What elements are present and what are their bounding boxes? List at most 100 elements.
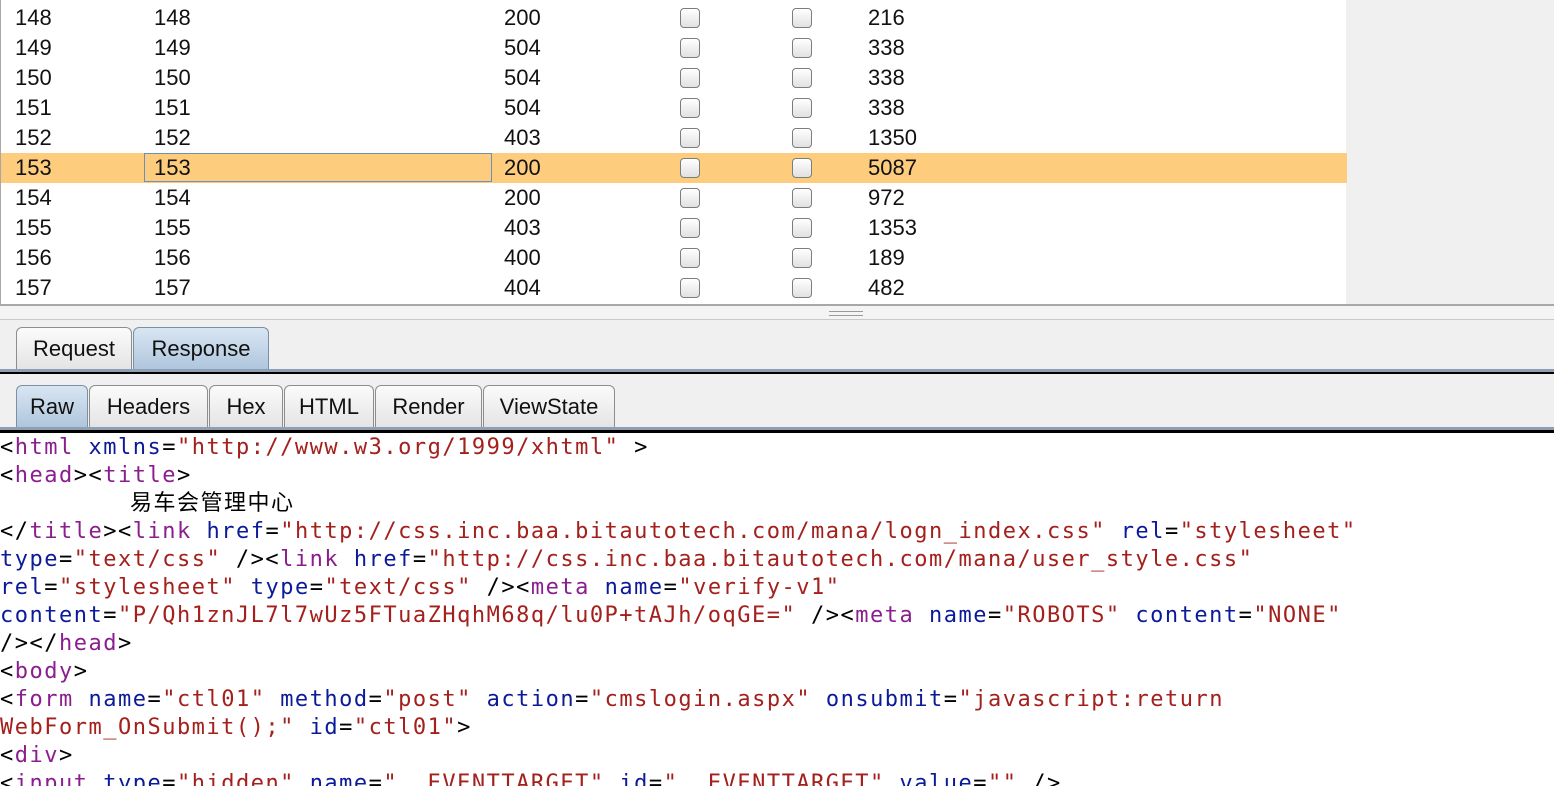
error-checkbox[interactable] [680, 248, 700, 268]
tab-response[interactable]: Response [133, 327, 269, 369]
timeout-checkbox[interactable] [792, 188, 812, 208]
error-checkbox[interactable] [680, 8, 700, 28]
code-attr: href [353, 547, 413, 572]
code-value: "post" [383, 687, 472, 712]
error-checkbox[interactable] [680, 158, 700, 178]
code-attr: onsubmit [825, 687, 944, 712]
request-number-cell: 153 [15, 155, 52, 180]
length-cell: 5087 [868, 155, 917, 180]
tab-viewstate[interactable]: ViewState [483, 385, 615, 427]
length-cell: 189 [868, 245, 905, 270]
code-line: WebForm_OnSubmit();" id="ctl01"> [0, 714, 472, 742]
code-tag: div [14, 743, 59, 768]
code-token: = [339, 715, 354, 740]
tab-html[interactable]: HTML [284, 385, 374, 427]
error-checkbox[interactable] [680, 38, 700, 58]
error-checkbox[interactable] [680, 98, 700, 118]
code-value: "__EVENTTARGET" [663, 771, 885, 786]
timeout-checkbox[interactable] [792, 158, 812, 178]
timeout-checkbox[interactable] [792, 248, 812, 268]
tab-request[interactable]: Request [16, 327, 132, 369]
code-attr: content [0, 603, 104, 628]
code-value: "http://css.inc.baa.bitautotech.com/mana… [280, 519, 1106, 544]
code-value: "ctl01" [353, 715, 458, 740]
timeout-checkbox[interactable] [792, 218, 812, 238]
code-attr: name [928, 603, 988, 628]
code-tag: title [103, 463, 177, 488]
tab-hex[interactable]: Hex [209, 385, 283, 427]
code-attr: name [309, 771, 369, 786]
code-value: "ROBOTS" [1002, 603, 1121, 628]
code-token: = [368, 687, 384, 712]
splitter-grip-icon[interactable] [829, 311, 863, 316]
payload-cell: 153 [154, 155, 191, 180]
code-token: = [265, 519, 281, 544]
code-token: = [147, 687, 163, 712]
code-token: /></ [0, 631, 59, 656]
tab-raw[interactable]: Raw [16, 385, 88, 427]
timeout-checkbox[interactable] [792, 128, 812, 148]
status-cell: 403 [504, 215, 541, 240]
request-number-cell: 151 [15, 95, 52, 120]
code-token: = [44, 575, 59, 600]
error-checkbox[interactable] [680, 188, 700, 208]
code-token: > [457, 715, 472, 740]
code-tag: form [14, 687, 74, 712]
table-row[interactable]: 148 148 200 216 [1, 3, 1347, 33]
code-token: />< [221, 547, 281, 572]
table-row[interactable]: 149 149 504 338 [1, 33, 1347, 63]
tab-headers[interactable]: Headers [89, 385, 208, 427]
code-value: "verify-v1" [678, 575, 841, 600]
code-line: <body> [0, 658, 88, 686]
timeout-checkbox[interactable] [792, 98, 812, 118]
request-number-cell: 150 [15, 65, 52, 90]
timeout-checkbox[interactable] [792, 278, 812, 298]
error-checkbox[interactable] [680, 68, 700, 88]
pane-splitter[interactable] [0, 306, 1554, 320]
code-token: < [0, 463, 15, 488]
code-value: "text/css" [324, 575, 472, 600]
code-line: <html xmlns="http://www.w3.org/1999/xhtm… [0, 434, 649, 462]
code-token: > [176, 463, 192, 488]
code-line: <div> [0, 742, 74, 770]
timeout-checkbox[interactable] [792, 8, 812, 28]
code-token: > [619, 435, 649, 460]
length-cell: 1350 [868, 125, 917, 150]
code-tag: link [280, 547, 340, 572]
code-token: < [0, 687, 15, 712]
code-attr: href [206, 519, 266, 544]
code-value: "" [988, 771, 1018, 786]
tab-render[interactable]: Render [375, 385, 482, 427]
code-token: = [58, 547, 74, 572]
code-attr: action [486, 687, 576, 712]
code-token: >< [73, 463, 104, 488]
table-row[interactable]: 156 156 400 189 [1, 243, 1347, 273]
status-cell: 200 [504, 155, 541, 180]
code-line: <head><title> [0, 462, 192, 490]
table-row[interactable]: 151 151 504 338 [1, 93, 1347, 123]
table-row[interactable]: 155 155 403 1353 [1, 213, 1347, 243]
table-row[interactable]: 157 157 404 482 [1, 273, 1347, 303]
length-cell: 482 [868, 275, 905, 300]
code-value: "hidden" [176, 771, 295, 786]
status-cell: 404 [504, 275, 541, 300]
table-row-selected[interactable]: 153 153 200 5087 [1, 153, 1347, 183]
error-checkbox[interactable] [680, 278, 700, 298]
length-cell: 216 [868, 5, 905, 30]
table-row[interactable]: 152 152 403 1350 [1, 123, 1347, 153]
error-checkbox[interactable] [680, 128, 700, 148]
timeout-checkbox[interactable] [792, 38, 812, 58]
code-token: </ [0, 519, 30, 544]
code-value: "cmslogin.aspx" [589, 687, 812, 712]
code-token: = [973, 771, 989, 786]
timeout-checkbox[interactable] [792, 68, 812, 88]
code-attr: type [0, 547, 59, 572]
raw-response-view[interactable]: <html xmlns="http://www.w3.org/1999/xhtm… [0, 433, 1554, 786]
code-value: "P/Qh1znJL7l7wUz5FTuaZHqhM68q/lu0P+tAJh/… [117, 603, 797, 628]
table-row[interactable]: 150 150 504 338 [1, 63, 1347, 93]
error-checkbox[interactable] [680, 218, 700, 238]
payload-cell: 157 [154, 275, 191, 300]
table-row[interactable]: 154 154 200 972 [1, 183, 1347, 213]
code-line: rel="stylesheet" type="text/css" /><meta… [0, 574, 841, 602]
payload-cell: 155 [154, 215, 191, 240]
